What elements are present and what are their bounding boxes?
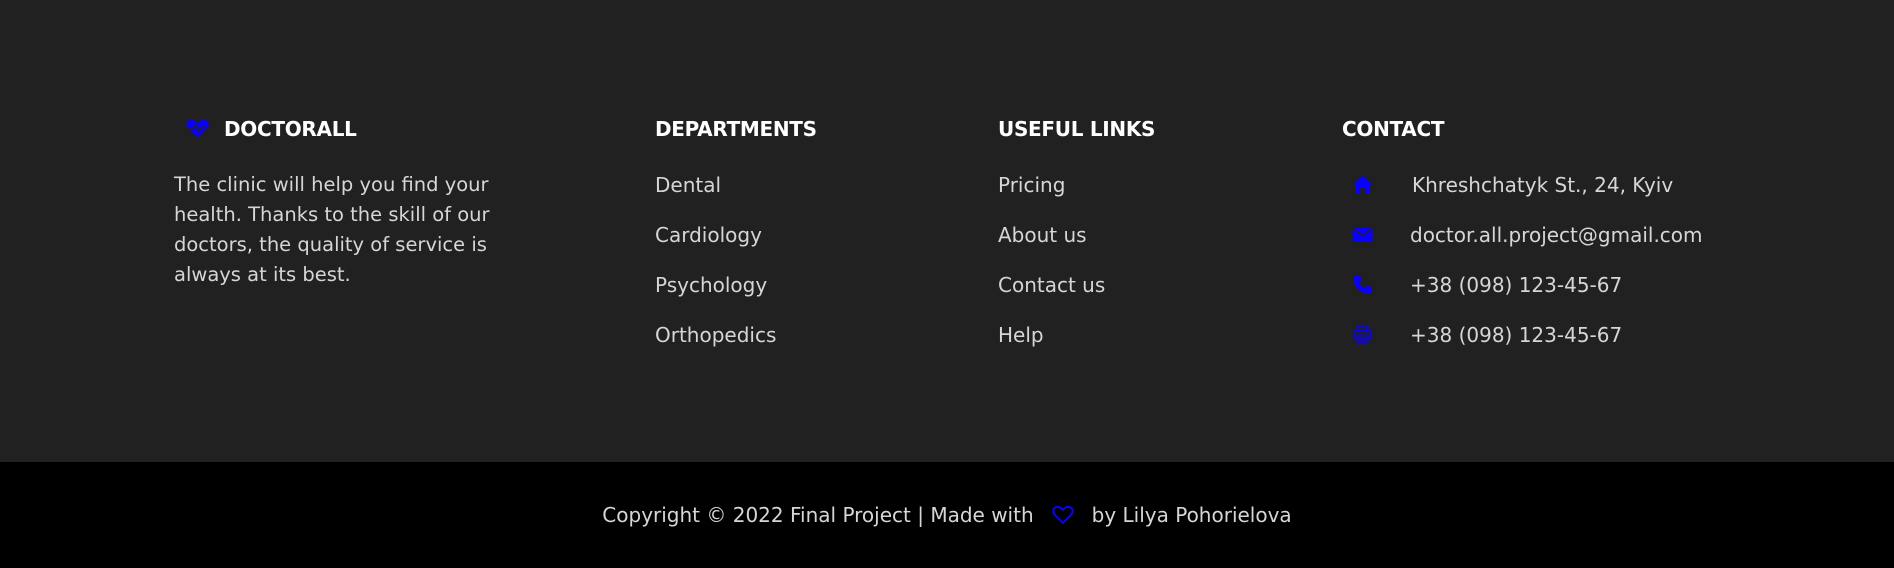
copyright-bar: Copyright © 2022 Final Project | Made wi… bbox=[0, 462, 1894, 568]
copyright-text: Copyright © 2022 Final Project | Made wi… bbox=[602, 503, 1291, 527]
departments-heading: DEPARTMENTS bbox=[655, 117, 817, 141]
brand-name[interactable]: DOCTORALL bbox=[224, 114, 357, 144]
link-contact-us[interactable]: Contact us bbox=[998, 270, 1155, 300]
brand-heading: DOCTORALL bbox=[174, 114, 534, 144]
contact-fax-text: +38 (098) 123-45-67 bbox=[1410, 323, 1623, 347]
contact-phone: +38 (098) 123-45-67 bbox=[1342, 270, 1703, 300]
contact-email: doctor.all.project@gmail.com bbox=[1342, 220, 1703, 250]
heart-pulse-icon bbox=[186, 119, 210, 139]
contact-address: Khreshchatyk St., 24, Kyiv bbox=[1342, 170, 1703, 200]
footer: DOCTORALL The clinic will help you find … bbox=[0, 0, 1894, 462]
brand-column: DOCTORALL The clinic will help you find … bbox=[174, 114, 534, 290]
brand-description: The clinic will help you find your healt… bbox=[174, 173, 490, 286]
contact-heading: CONTACT bbox=[1342, 117, 1445, 141]
useful-links-column: USEFUL LINKS Pricing About us Contact us… bbox=[998, 114, 1155, 370]
useful-links-heading: USEFUL LINKS bbox=[998, 117, 1156, 141]
link-pricing[interactable]: Pricing bbox=[998, 170, 1155, 200]
department-link-orthopedics[interactable]: Orthopedics bbox=[655, 320, 817, 350]
useful-links-list: Pricing About us Contact us Help bbox=[998, 170, 1155, 350]
home-icon bbox=[1352, 174, 1374, 196]
heart-outline-icon bbox=[1051, 505, 1074, 525]
phone-icon bbox=[1352, 274, 1374, 296]
contact-list: Khreshchatyk St., 24, Kyiv doctor.all.pr… bbox=[1342, 170, 1703, 350]
copyright-author: by Lilya Pohorielova bbox=[1091, 503, 1292, 527]
link-about-us[interactable]: About us bbox=[998, 220, 1155, 250]
department-link-dental[interactable]: Dental bbox=[655, 170, 817, 200]
department-link-psychology[interactable]: Psychology bbox=[655, 270, 817, 300]
contact-email-link[interactable]: doctor.all.project@gmail.com bbox=[1410, 223, 1703, 247]
link-help[interactable]: Help bbox=[998, 320, 1155, 350]
departments-column: DEPARTMENTS Dental Cardiology Psychology… bbox=[655, 114, 817, 370]
fax-icon bbox=[1352, 324, 1374, 346]
departments-list: Dental Cardiology Psychology Orthopedics bbox=[655, 170, 817, 350]
contact-phone-text[interactable]: +38 (098) 123-45-67 bbox=[1410, 273, 1622, 297]
department-link-cardiology[interactable]: Cardiology bbox=[655, 220, 817, 250]
contact-address-text: Khreshchatyk St., 24, Kyiv bbox=[1412, 173, 1674, 197]
copyright-prefix: Copyright © 2022 Final Project | Made wi… bbox=[602, 503, 1034, 527]
envelope-icon bbox=[1352, 224, 1374, 246]
contact-fax: +38 (098) 123-45-67 bbox=[1342, 320, 1703, 350]
contact-column: CONTACT Khreshchatyk St., 24, Kyiv docto… bbox=[1342, 114, 1703, 370]
